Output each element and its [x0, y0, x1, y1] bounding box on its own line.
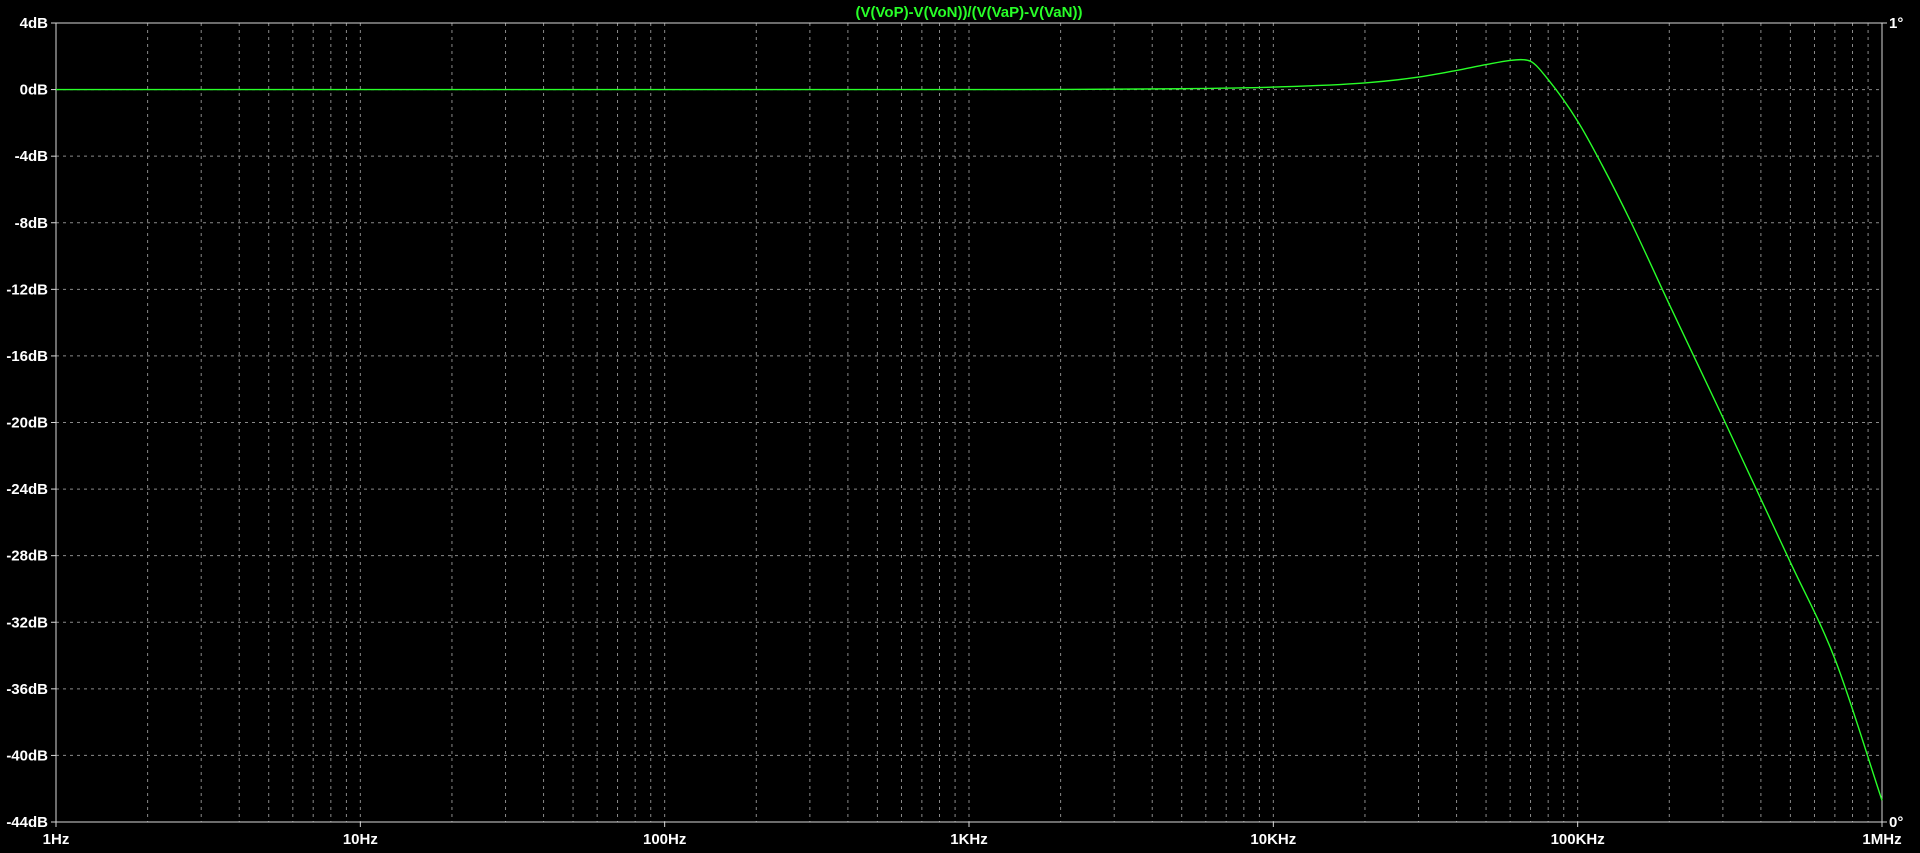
data-point: [1721, 416, 1725, 420]
data-point: [1271, 85, 1275, 89]
y-tick-label: -36dB: [6, 681, 48, 698]
data-point: [1880, 798, 1884, 802]
plot-background: [0, 0, 1920, 853]
x-tick-label: 1KHz: [950, 831, 988, 848]
y-tick-label: -32dB: [6, 614, 48, 631]
data-point: [1363, 81, 1367, 85]
x-tick-label: 10Hz: [343, 831, 378, 848]
data-point: [1833, 657, 1837, 661]
data-point: [358, 88, 362, 92]
y-tick-label: -20dB: [6, 415, 48, 432]
y-tick-label: 0dB: [20, 82, 49, 99]
data-point: [1546, 78, 1550, 82]
x-tick-label: 10KHz: [1250, 831, 1296, 848]
y2-tick-label: 1°: [1889, 15, 1903, 32]
y-tick-label: -12dB: [6, 281, 48, 298]
y-tick-label: -24dB: [6, 481, 48, 498]
data-point: [1529, 59, 1533, 63]
data-point: [1455, 68, 1459, 72]
x-tick-label: 100Hz: [643, 831, 686, 848]
y-tick-label: -8dB: [15, 215, 49, 232]
y-tick-label: -28dB: [6, 548, 48, 565]
data-point: [1667, 302, 1671, 306]
y-tick-label: -16dB: [6, 348, 48, 365]
y-tick-label: -4dB: [15, 148, 49, 165]
data-point: [1508, 58, 1512, 62]
data-point: [663, 88, 667, 92]
x-tick-label: 1MHz: [1862, 831, 1901, 848]
data-point: [54, 88, 58, 92]
y-tick-label: -40dB: [6, 747, 48, 764]
x-tick-label: 1Hz: [43, 831, 70, 848]
y-tick-label: 4dB: [20, 15, 49, 32]
data-point: [1417, 75, 1421, 79]
data-point: [1180, 87, 1184, 91]
data-point: [1519, 58, 1523, 62]
data-point: [1788, 560, 1792, 564]
data-point: [1484, 63, 1488, 67]
data-point: [1600, 162, 1604, 166]
data-point: [967, 88, 971, 92]
data-point: [1629, 221, 1633, 225]
bode-plot: 4dB 0dB -4dB -8dB -12dB -16dB -20dB -24dB -28dB -…: [0, 0, 1920, 853]
y2-tick-label: 0°: [1889, 814, 1903, 831]
data-point: [1576, 119, 1580, 123]
x-tick-label: 100KHz: [1551, 831, 1605, 848]
trace-title[interactable]: (V(VoP)-V(VoN))/(V(VaP)-V(VaN)): [856, 4, 1083, 21]
y-tick-label: -44dB: [6, 814, 48, 831]
